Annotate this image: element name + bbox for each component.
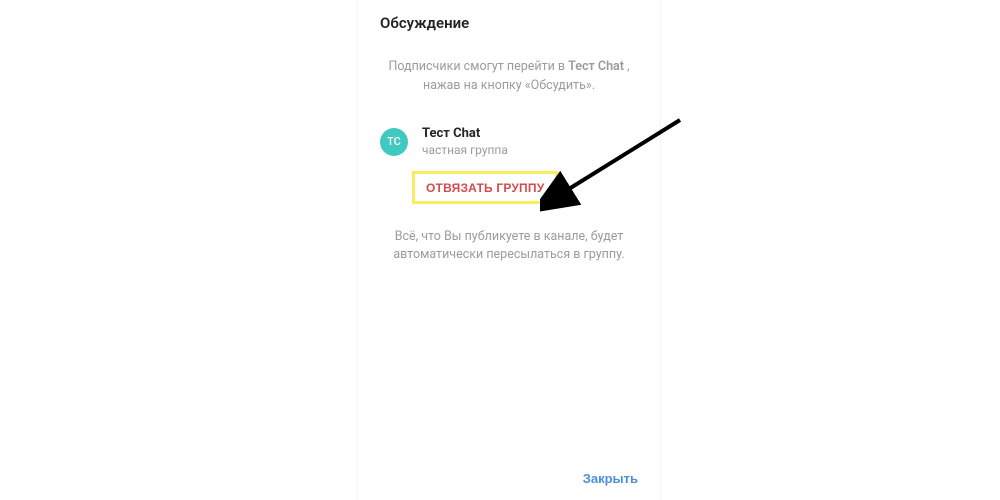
unlink-group-button[interactable]: ОТВЯЗАТЬ ГРУППУ [420, 178, 550, 198]
modal-footer-description: Всё, что Вы публикуете в канале, будет а… [358, 204, 660, 266]
discussion-settings-modal: Обсуждение Подписчики смогут перейти в Т… [358, 0, 660, 500]
description-group-name: Тест Chat [568, 59, 624, 74]
close-button[interactable]: Закрыть [583, 471, 638, 486]
linked-group-row[interactable]: ТС Тест Chat частная группа [358, 96, 660, 157]
group-type: частная группа [422, 143, 508, 157]
group-avatar: ТС [380, 128, 408, 156]
modal-description: Подписчики смогут перейти в Тест Chat , … [358, 32, 660, 96]
group-text-block: Тест Chat частная группа [422, 126, 508, 157]
unlink-highlight: ОТВЯЗАТЬ ГРУППУ [412, 171, 558, 204]
group-name: Тест Chat [422, 126, 508, 141]
modal-title: Обсуждение [358, 0, 660, 32]
description-prefix: Подписчики смогут перейти в [388, 59, 568, 74]
